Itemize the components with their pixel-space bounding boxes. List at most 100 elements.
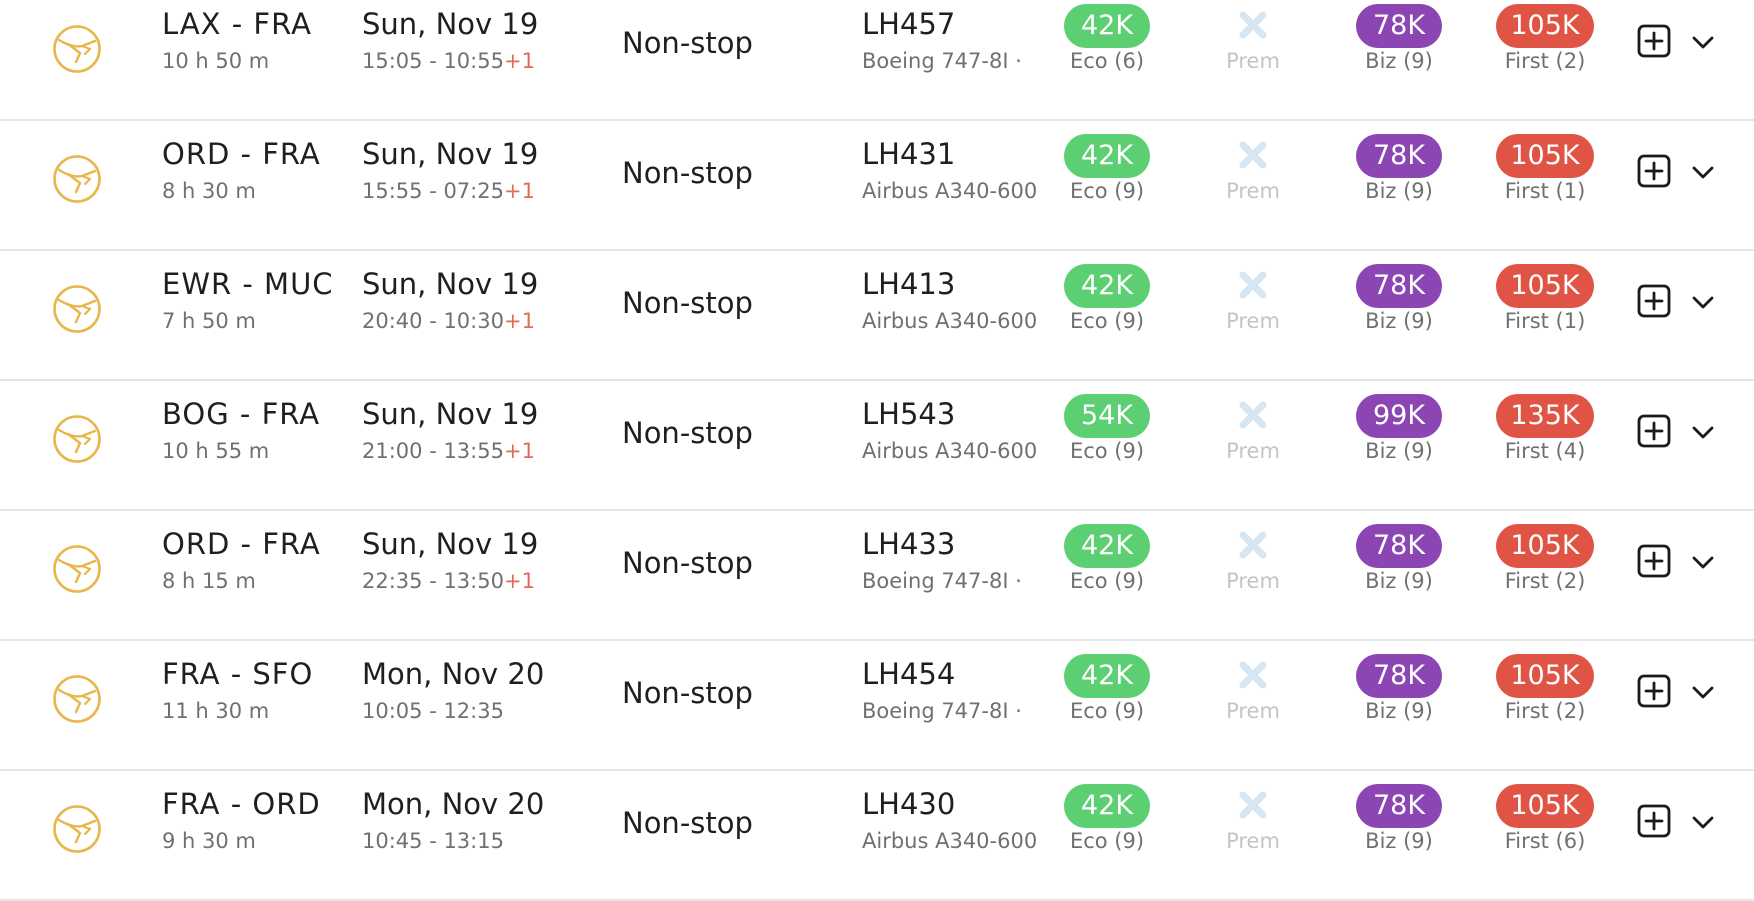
aircraft-type: Airbus A340-600: [862, 179, 1036, 203]
first-seats-label: First (4): [1504, 439, 1586, 463]
first-price-badge[interactable]: 105K: [1496, 784, 1594, 828]
first-price-badge[interactable]: 105K: [1496, 134, 1594, 178]
eco-price-badge[interactable]: 42K: [1064, 264, 1150, 308]
first-seats-label: First (1): [1504, 179, 1586, 203]
prem-seats-label: Prem: [1226, 439, 1280, 463]
first-price-badge[interactable]: 105K: [1496, 524, 1594, 568]
flight-number: LH457: [862, 7, 956, 41]
aircraft-type: Airbus A340-600: [862, 829, 1036, 853]
chevron-down-icon[interactable]: [1688, 417, 1718, 447]
plus-square-icon[interactable]: [1637, 674, 1671, 708]
stops: Non-stop: [622, 676, 753, 710]
plus-square-icon[interactable]: [1637, 804, 1671, 838]
stops: Non-stop: [622, 806, 753, 840]
stops: Non-stop: [622, 286, 753, 320]
first-price-badge[interactable]: 105K: [1496, 654, 1594, 698]
eco-price-badge[interactable]: 42K: [1064, 784, 1150, 828]
plus-square-icon[interactable]: [1637, 544, 1671, 578]
aircraft-type: Boeing 747-8I ·: [862, 699, 1022, 723]
first-seats-label: First (2): [1504, 49, 1586, 73]
time-range: 20:40 - 10:30: [362, 309, 504, 333]
day-offset: +1: [503, 309, 535, 333]
flight-row[interactable]: LAX - FRA 10 h 50 m Sun, Nov 19 15:05 - …: [0, 0, 1754, 121]
flight-times: 15:05 - 10:55+1: [362, 49, 535, 73]
eco-seats-label: Eco (9): [1069, 179, 1145, 203]
chevron-down-icon[interactable]: [1688, 27, 1718, 57]
biz-seats-label: Biz (9): [1365, 309, 1433, 333]
departure-date: Sun, Nov 19: [362, 267, 539, 301]
lufthansa-crane-logo-icon: [53, 675, 101, 723]
time-range: 10:05 - 12:35: [362, 699, 504, 723]
flight-number: LH431: [862, 137, 956, 171]
time-range: 21:00 - 13:55: [362, 439, 504, 463]
departure-date: Mon, Nov 20: [362, 787, 545, 821]
prem-seats-label: Prem: [1226, 569, 1280, 593]
eco-seats-label: Eco (9): [1069, 569, 1145, 593]
flight-row[interactable]: ORD - FRA 8 h 30 m Sun, Nov 19 15:55 - 0…: [0, 122, 1754, 251]
eco-seats-label: Eco (6): [1069, 49, 1145, 73]
first-price-badge[interactable]: 135K: [1496, 394, 1594, 438]
x-mark-icon: [1239, 141, 1267, 169]
flight-duration: 9 h 30 m: [162, 829, 256, 853]
biz-price-badge[interactable]: 78K: [1356, 654, 1442, 698]
eco-price-badge[interactable]: 42K: [1064, 654, 1150, 698]
chevron-down-icon[interactable]: [1688, 807, 1718, 837]
day-offset: +1: [503, 49, 535, 73]
route: FRA - ORD: [162, 787, 321, 821]
prem-seats-label: Prem: [1226, 49, 1280, 73]
lufthansa-crane-logo-icon: [53, 415, 101, 463]
flight-number: LH543: [862, 397, 956, 431]
stops: Non-stop: [622, 416, 753, 450]
flight-duration: 8 h 30 m: [162, 179, 256, 203]
departure-date: Mon, Nov 20: [362, 657, 545, 691]
biz-price-badge[interactable]: 78K: [1356, 134, 1442, 178]
x-mark-icon: [1239, 661, 1267, 689]
flight-row[interactable]: ORD - FRA 8 h 15 m Sun, Nov 19 22:35 - 1…: [0, 512, 1754, 641]
flight-times: 20:40 - 10:30+1: [362, 309, 535, 333]
flight-row[interactable]: FRA - SFO 11 h 30 m Mon, Nov 20 10:05 - …: [0, 642, 1754, 771]
first-price-badge[interactable]: 105K: [1496, 264, 1594, 308]
plus-square-icon[interactable]: [1637, 414, 1671, 448]
route: BOG - FRA: [162, 397, 321, 431]
biz-seats-label: Biz (9): [1365, 829, 1433, 853]
flight-row[interactable]: FRA - ORD 9 h 30 m Mon, Nov 20 10:45 - 1…: [0, 772, 1754, 901]
plus-square-icon[interactable]: [1637, 24, 1671, 58]
x-mark-icon: [1239, 11, 1267, 39]
departure-date: Sun, Nov 19: [362, 7, 539, 41]
biz-price-badge[interactable]: 78K: [1356, 264, 1442, 308]
stops: Non-stop: [622, 156, 753, 190]
eco-price-badge[interactable]: 54K: [1064, 394, 1150, 438]
flight-row[interactable]: EWR - MUC 7 h 50 m Sun, Nov 19 20:40 - 1…: [0, 252, 1754, 381]
flight-times: 15:55 - 07:25+1: [362, 179, 535, 203]
biz-price-badge[interactable]: 78K: [1356, 524, 1442, 568]
flight-duration: 10 h 50 m: [162, 49, 270, 73]
flight-times: 21:00 - 13:55+1: [362, 439, 535, 463]
biz-price-badge[interactable]: 99K: [1356, 394, 1442, 438]
eco-price-badge[interactable]: 42K: [1064, 524, 1150, 568]
flight-row[interactable]: BOG - FRA 10 h 55 m Sun, Nov 19 21:00 - …: [0, 382, 1754, 511]
plus-square-icon[interactable]: [1637, 284, 1671, 318]
eco-price-badge[interactable]: 42K: [1064, 4, 1150, 48]
route: FRA - SFO: [162, 657, 314, 691]
first-seats-label: First (1): [1504, 309, 1586, 333]
chevron-down-icon[interactable]: [1688, 287, 1718, 317]
x-mark-icon: [1239, 271, 1267, 299]
biz-price-badge[interactable]: 78K: [1356, 784, 1442, 828]
route: ORD - FRA: [162, 527, 321, 561]
chevron-down-icon[interactable]: [1688, 157, 1718, 187]
eco-seats-label: Eco (9): [1069, 309, 1145, 333]
aircraft-type: Airbus A340-600: [862, 309, 1036, 333]
flight-duration: 11 h 30 m: [162, 699, 270, 723]
eco-price-badge[interactable]: 42K: [1064, 134, 1150, 178]
eco-seats-label: Eco (9): [1069, 829, 1145, 853]
route: LAX - FRA: [162, 7, 312, 41]
lufthansa-crane-logo-icon: [53, 25, 101, 73]
prem-seats-label: Prem: [1226, 699, 1280, 723]
chevron-down-icon[interactable]: [1688, 547, 1718, 577]
plus-square-icon[interactable]: [1637, 154, 1671, 188]
first-price-badge[interactable]: 105K: [1496, 4, 1594, 48]
chevron-down-icon[interactable]: [1688, 677, 1718, 707]
aircraft-type: Boeing 747-8I ·: [862, 49, 1022, 73]
biz-price-badge[interactable]: 78K: [1356, 4, 1442, 48]
x-mark-icon: [1239, 531, 1267, 559]
